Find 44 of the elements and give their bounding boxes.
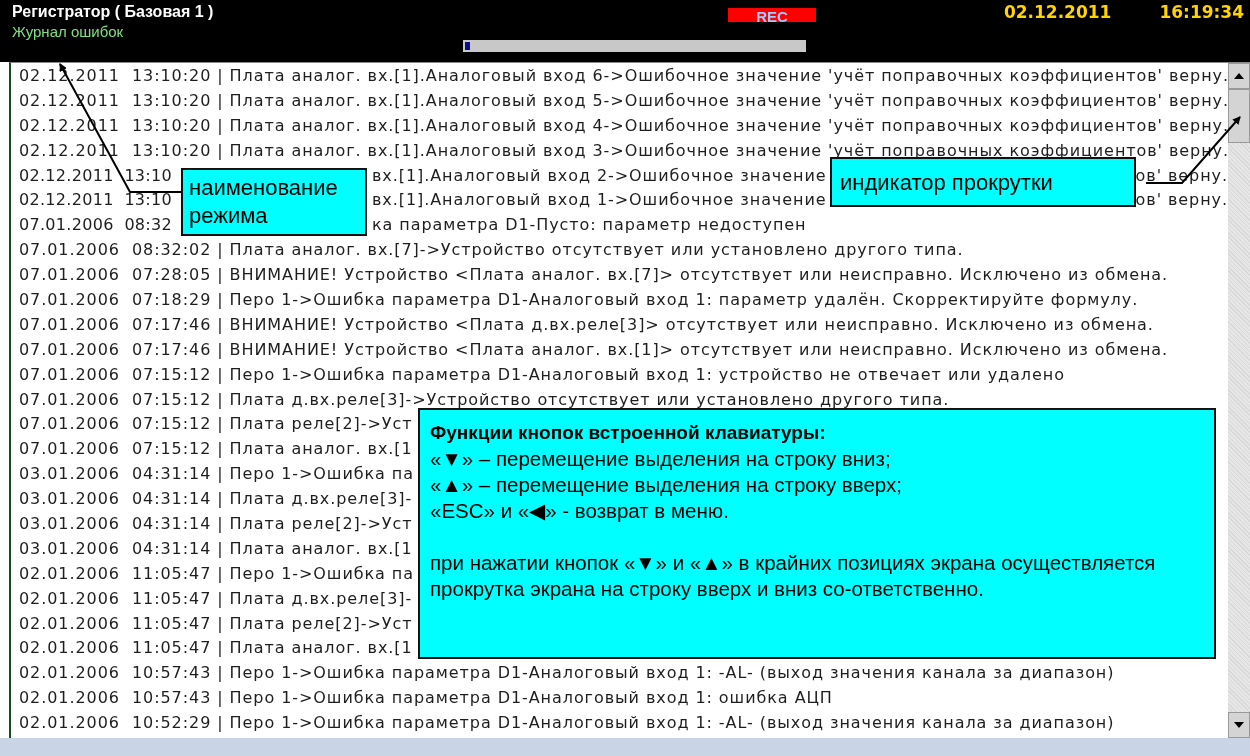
arrow-down-icon	[1234, 722, 1244, 728]
scrollbar-thumb[interactable]	[1228, 89, 1250, 143]
log-entry[interactable]: 03.01.2006 04:31:14 | Перо 1->Ошибка па	[19, 464, 414, 484]
log-entry[interactable]: 07.01.2006 07:28:05 | ВНИМАНИЕ! Устройство <Плата аналог. вх.[7]> отсутствует или неисправно. Исключено из обмена.	[19, 265, 1169, 285]
time-text: 16:19:34	[1159, 2, 1244, 22]
log-entry[interactable]: 07.01.2006 07:15:12 | Плата аналог. вх.[1	[19, 439, 413, 459]
log-entry[interactable]: 07.01.2006 08:32:02 | Плата аналог. вх.[7]->Устройство отсутствует или установлено другого типа.	[19, 240, 964, 260]
log-entry[interactable]: 03.01.2006 04:31:14 | Плата реле[2]->Уст	[19, 514, 413, 534]
log-entry[interactable]: 07.01.2006 07:15:12 | Плата реле[2]->Уст	[19, 414, 413, 434]
callout-label: наименование режима	[181, 168, 367, 236]
arrow-up-icon	[1234, 73, 1244, 79]
log-entry[interactable]: 02.01.2006 10:52:29 | Перо 1->Ошибка параметра D1-Аналоговый вход 1: -AL- (выход значения канала за диапазон)	[19, 713, 1115, 733]
log-entry[interactable]: 03.01.2006 04:31:14 | Плата д.вх.реле[3]-	[19, 489, 413, 509]
log-entry[interactable]: 02.12.2011 13:10	[19, 188, 172, 214]
log-entry[interactable]: ка параметра D1-Пусто: параметр недоступен	[372, 213, 807, 239]
callout-label: индикатор прокрутки	[830, 157, 1136, 207]
date-text: 02.12.2011	[1003, 2, 1112, 22]
log-entry[interactable]: 07.01.2006 07:18:29 | Перо 1->Ошибка параметра D1-Аналоговый вход 1: параметр удалён. Скорректируйте формулу.	[19, 290, 1139, 309]
log-entry[interactable]: 02.01.2006 11:05:47 | Перо 1->Ошибка па	[19, 563, 414, 583]
callout-text: «ESC» и «◀» - возврат в меню.	[430, 498, 730, 524]
log-entry[interactable]: 02.12.2011 13:10	[19, 163, 172, 189]
callout-text: при нажатии кнопок «▼» и «▲» в крайних позициях экрана осуществляется прокрутка экрана на строку вверх и вниз со-ответственно.	[430, 550, 1157, 602]
callout-title: Функции кнопок встроенной клавиатуры:	[430, 421, 827, 445]
log-entry[interactable]: 02.01.2006 10:57:43 | Перо 1->Ошибка параметра D1-Аналоговый вход 1: ошибка АЦП	[19, 688, 833, 708]
log-entry[interactable]: 07.01.2006 08:32	[19, 213, 172, 239]
log-entry[interactable]: 07.01.2006 07:17:46 | ВНИМАНИЕ! Устройство <Плата д.вх.реле[3]> отсутствует или неисправно. Исключено из обмена.	[19, 314, 1154, 334]
log-entry[interactable]: 02.01.2006 11:05:47 | Плата реле[2]->Уст	[19, 613, 413, 633]
mode-title: Журнал ошибок	[12, 22, 125, 42]
log-entry[interactable]: 02.01.2006 10:57:43 | Перо 1->Ошибка параметра D1-Аналоговый вход 1: -AL- (выход значения канала за диапазон)	[19, 663, 1115, 683]
log-entry[interactable]: 07.01.2006 07:15:12 | Плата д.вх.реле[3]->Устройство отсутствует или установлено другого типа.	[19, 389, 950, 409]
recording-indicator: REC	[728, 8, 816, 22]
callout-text: «▼» – перемещение выделения на строку вниз;	[430, 446, 892, 472]
callout-text: «▲» – перемещение выделения на строку вверх;	[430, 472, 903, 498]
log-entry[interactable]: 02.01.2006 11:05:47 | Плата д.вх.реле[3]-	[19, 588, 413, 608]
log-entry[interactable]: вх.[1].Аналоговый вход 2->Ошибочное значение	[372, 163, 827, 189]
log-entry[interactable]: 07.01.2006 07:17:46 | ВНИМАНИЕ! Устройство <Плата аналог. вх.[1]> отсутствует или неисправно. Исключено из обмена.	[19, 339, 1169, 359]
scroll-up-button[interactable]	[1228, 63, 1250, 89]
log-entry[interactable]: 07.01.2006 07:15:12 | Перо 1->Ошибка параметра D1-Аналоговый вход 1: устройство не отвечает или удалено	[19, 364, 1065, 384]
log-entry[interactable]: вх.[1].Аналоговый вход 1->Ошибочное значение	[372, 188, 827, 214]
scroll-down-button[interactable]	[1228, 712, 1250, 738]
log-entry[interactable]: 03.01.2006 04:31:14 | Плата аналог. вх.[1	[19, 538, 413, 558]
log-entry[interactable]: ов' верну.	[1135, 188, 1228, 214]
log-entry[interactable]: 02.01.2006 11:05:47 | Плата аналог. вх.[1	[19, 638, 413, 658]
window-title: Регистратор ( Базовая 1 )	[12, 2, 215, 22]
